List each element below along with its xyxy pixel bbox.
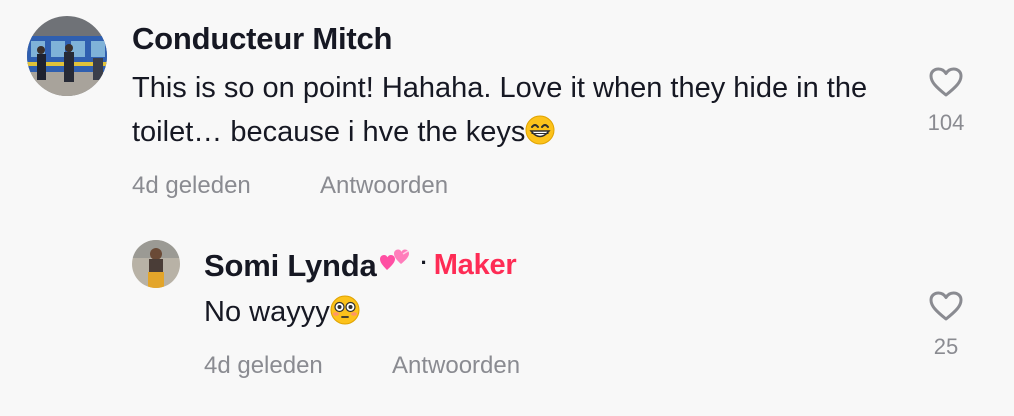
comment-timestamp: 4d geleden (132, 172, 251, 199)
reply-button[interactable]: Antwoorden (392, 354, 520, 378)
author-name[interactable]: Conducteur Mitch (132, 21, 392, 56)
like-button[interactable]: 25 (916, 290, 976, 358)
reply-text: No wayyy (204, 290, 804, 338)
separator-dot: · (420, 249, 428, 275)
comment-timestamp: 4d geleden (204, 352, 323, 379)
creator-badge: Maker (433, 249, 517, 281)
comment-text: This is so on point! Hahaha. Love it whe… (132, 66, 892, 158)
heart-outline-icon[interactable] (916, 66, 976, 98)
reply-button[interactable]: Antwoorden (320, 174, 448, 198)
comment-body: This is so on point! Hahaha. Love it whe… (132, 72, 868, 148)
like-count: 104 (927, 110, 965, 135)
two-hearts-icon (379, 248, 411, 283)
like-button[interactable]: 104 (916, 66, 976, 134)
avatar[interactable] (132, 240, 180, 288)
comment-thread: Conducteur Mitch This is so on point! Ha… (0, 0, 1014, 416)
heart-outline-icon[interactable] (916, 290, 976, 322)
avatar[interactable] (27, 16, 107, 96)
author-name[interactable]: Somi Lynda (204, 250, 377, 281)
comment-body: No wayyy (204, 296, 330, 328)
comment-author[interactable]: Conducteur Mitch (132, 23, 392, 54)
like-count: 25 (933, 334, 959, 359)
flushed-face-icon (330, 294, 360, 338)
reply-author[interactable]: Somi Lynda · Maker (204, 248, 517, 283)
grinning-face-with-smiling-eyes-icon (525, 114, 555, 158)
